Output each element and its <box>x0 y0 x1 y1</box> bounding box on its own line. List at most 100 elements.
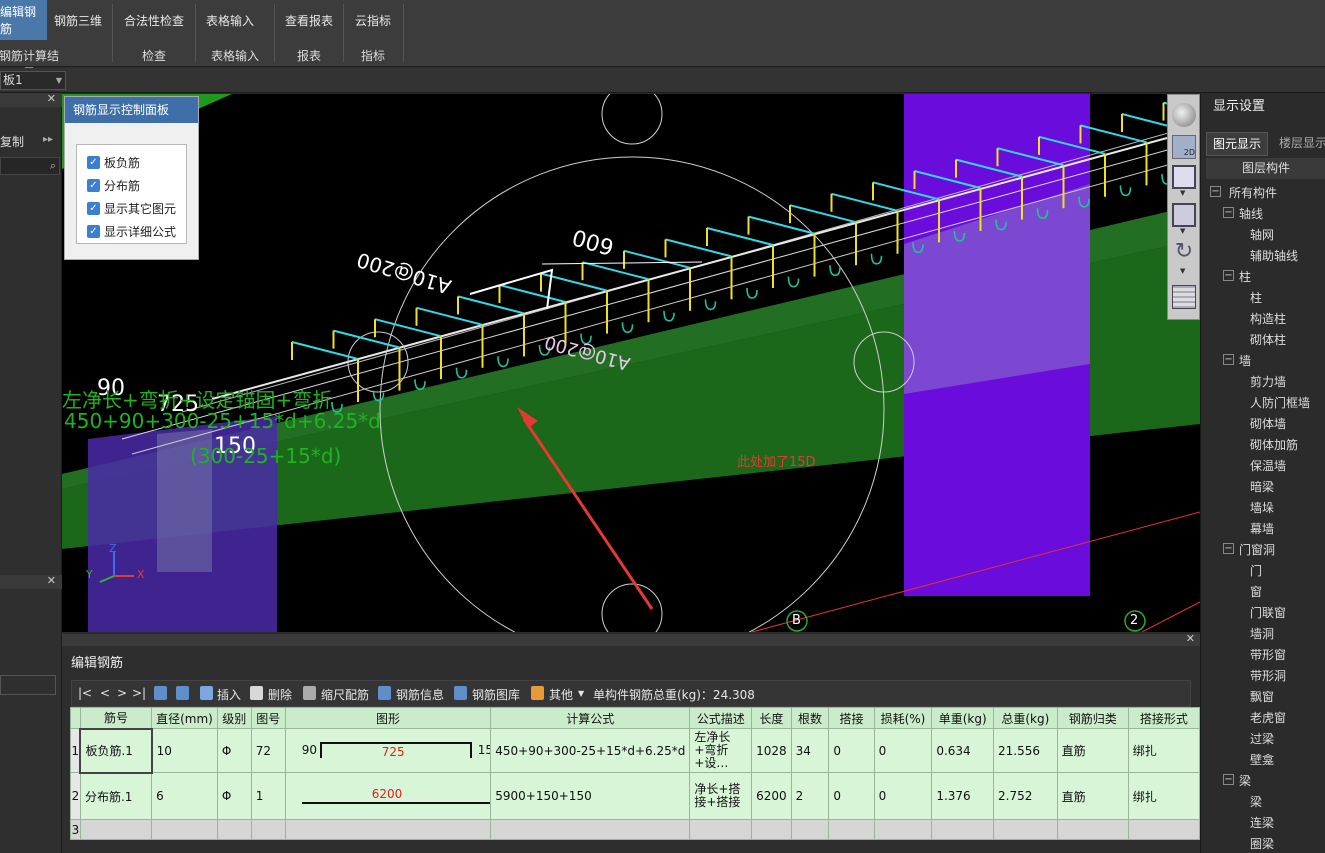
rebar-library-button[interactable]: 钢筋图库 <box>472 686 520 703</box>
cell-category[interactable]: 直筋 <box>1056 772 1129 820</box>
empty-cell[interactable] <box>250 819 286 840</box>
cell-name[interactable]: 板负筋.1 <box>79 727 153 774</box>
close-icon[interactable]: ✕ <box>47 574 56 587</box>
scale-rebar-button[interactable]: 缩尺配筋 <box>321 686 369 703</box>
edit-rebar-button[interactable]: 编辑钢筋 <box>0 0 47 40</box>
tree-item[interactable]: 辅助轴线 <box>1250 247 1298 264</box>
cell-formula[interactable]: 5900+150+150 <box>490 772 691 820</box>
cell-shape[interactable]: 90 725 150 <box>284 728 492 773</box>
rebar-library-icon[interactable] <box>454 686 467 700</box>
delete-button[interactable]: 删除 <box>268 686 292 703</box>
cell-length[interactable]: 1028 <box>751 728 792 773</box>
column-header[interactable]: 损耗(%) <box>873 707 933 729</box>
chevron-down-icon[interactable]: ▼ <box>578 689 584 698</box>
cell-shape[interactable]: 6200 <box>284 772 492 820</box>
cell-count[interactable]: 34 <box>790 728 830 773</box>
option-show-detailed-formula[interactable]: ✓ 显示详细公式 <box>87 223 176 240</box>
tree-item[interactable]: 幕墙 <box>1250 520 1274 537</box>
chevron-down-icon[interactable]: ▼ <box>1180 267 1185 275</box>
cell-diameter[interactable]: 10 <box>151 728 218 773</box>
column-header[interactable]: 图形 <box>284 707 492 729</box>
move-up-icon[interactable] <box>154 686 167 700</box>
cell-lap-form[interactable]: 绑扎 <box>1127 772 1201 820</box>
column-header[interactable]: 根数 <box>790 707 830 729</box>
tree-item[interactable]: 暗梁 <box>1250 478 1274 495</box>
checkbox-checked-icon[interactable]: ✓ <box>87 225 100 238</box>
cloud-index-button[interactable]: 云指标 <box>347 0 399 40</box>
tree-item[interactable]: 轴网 <box>1250 226 1274 243</box>
cell-figure-no[interactable]: 72 <box>250 728 286 773</box>
chevron-right-icon[interactable]: ▸▸ <box>43 134 53 145</box>
column-header[interactable]: 公式描述 <box>689 707 753 729</box>
tree-item[interactable]: 门 <box>1250 562 1262 579</box>
copy-label[interactable]: 复制 <box>0 133 24 150</box>
tree-item[interactable]: 柱 <box>1250 289 1262 306</box>
nav-first-button[interactable]: |< <box>78 686 92 700</box>
column-header[interactable]: 钢筋归类 <box>1056 707 1129 729</box>
cell-unit-weight[interactable]: 1.376 <box>931 772 995 820</box>
checkbox-checked-icon[interactable]: ✓ <box>87 156 100 169</box>
control-panel-title[interactable]: 钢筋显示控制面板 <box>65 97 198 123</box>
tree-item[interactable]: 梁 <box>1239 772 1251 789</box>
column-header[interactable]: 总重(kg) <box>993 707 1058 729</box>
rebar-3d-button[interactable]: 钢筋三维 <box>49 0 107 40</box>
tree-item[interactable]: 砌体墙 <box>1250 415 1286 432</box>
table-row[interactable]: 3 <box>70 819 1201 840</box>
column-header[interactable]: 筋号 <box>79 707 153 729</box>
tree-item[interactable]: 构造柱 <box>1250 310 1286 327</box>
column-header[interactable]: 单重(kg) <box>931 707 995 729</box>
tree-item[interactable]: 带形窗 <box>1250 646 1286 663</box>
tree-item[interactable]: 砌体加筋 <box>1250 436 1298 453</box>
tree-item[interactable]: 圈梁 <box>1250 835 1274 852</box>
tree-item[interactable]: 轴线 <box>1239 205 1263 222</box>
tab-element-display[interactable]: 图元显示 <box>1206 132 1268 156</box>
checkbox-checked-icon[interactable]: ✓ <box>87 202 100 215</box>
table-row[interactable]: 2 分布筋.1 6 Φ 1 6200 5900+150+150 净长+搭接+搭接… <box>70 772 1201 820</box>
tree-item[interactable]: 人防门框墙 <box>1250 394 1310 411</box>
left-field[interactable] <box>0 675 56 695</box>
tree-collapse-icon[interactable]: − <box>1223 207 1234 218</box>
row-number[interactable]: 3 <box>70 819 81 840</box>
empty-cell[interactable] <box>873 819 933 840</box>
chevron-down-icon[interactable]: ▼ <box>1180 189 1185 197</box>
cell-loss[interactable]: 0 <box>873 772 933 820</box>
cell-name[interactable]: 分布筋.1 <box>79 772 153 820</box>
empty-cell[interactable] <box>993 819 1058 840</box>
nav-prev-button[interactable]: < <box>100 686 110 700</box>
column-header[interactable]: 图号 <box>250 707 286 729</box>
tree-collapse-icon[interactable]: − <box>1223 774 1234 785</box>
rebar-info-button[interactable]: 钢筋信息 <box>396 686 444 703</box>
view-2d-icon[interactable]: 2D <box>1172 135 1196 159</box>
column-header[interactable]: 长度 <box>751 707 792 729</box>
tree-item[interactable]: 剪力墙 <box>1250 373 1286 390</box>
tree-item[interactable]: 墙 <box>1239 352 1251 369</box>
checkbox-checked-icon[interactable]: ✓ <box>87 179 100 192</box>
cell-total-weight[interactable]: 21.556 <box>993 728 1058 773</box>
view-report-button[interactable]: 查看报表 <box>278 0 340 40</box>
cell-figure-no[interactable]: 1 <box>250 772 286 820</box>
empty-cell[interactable] <box>79 819 153 840</box>
cell-loss[interactable]: 0 <box>873 728 933 773</box>
element-select[interactable]: 板1 ▼ <box>0 71 66 90</box>
cell-formula-desc[interactable]: 净长+搭接+搭接 <box>689 772 753 820</box>
tree-item[interactable]: 窗 <box>1250 583 1262 600</box>
orbit-icon[interactable] <box>1172 103 1196 127</box>
chevron-down-icon[interactable]: ▼ <box>1180 227 1185 235</box>
cell-category[interactable]: 直筋 <box>1056 728 1129 773</box>
cell-formula-desc[interactable]: 左净长+弯折+设… <box>689 728 753 773</box>
empty-cell[interactable] <box>284 819 492 840</box>
tree-item[interactable]: 连梁 <box>1250 814 1274 831</box>
close-icon[interactable]: ✕ <box>47 92 56 105</box>
move-down-icon[interactable] <box>176 686 189 700</box>
empty-cell[interactable] <box>828 819 875 840</box>
left-search-input[interactable]: ⌕ <box>0 157 60 175</box>
column-header[interactable]: 计算公式 <box>490 707 691 729</box>
tree-item[interactable]: 所有构件 <box>1229 184 1277 201</box>
tab-floor-display[interactable]: 楼层显示 <box>1273 132 1325 156</box>
cell-lap[interactable]: 0 <box>828 772 875 820</box>
tree-item[interactable]: 墙洞 <box>1250 625 1274 642</box>
empty-cell[interactable] <box>1127 819 1201 840</box>
other-gear-icon[interactable] <box>531 686 544 700</box>
column-header[interactable]: 直径(mm) <box>151 707 218 729</box>
cell-lap-form[interactable]: 绑扎 <box>1127 728 1201 773</box>
